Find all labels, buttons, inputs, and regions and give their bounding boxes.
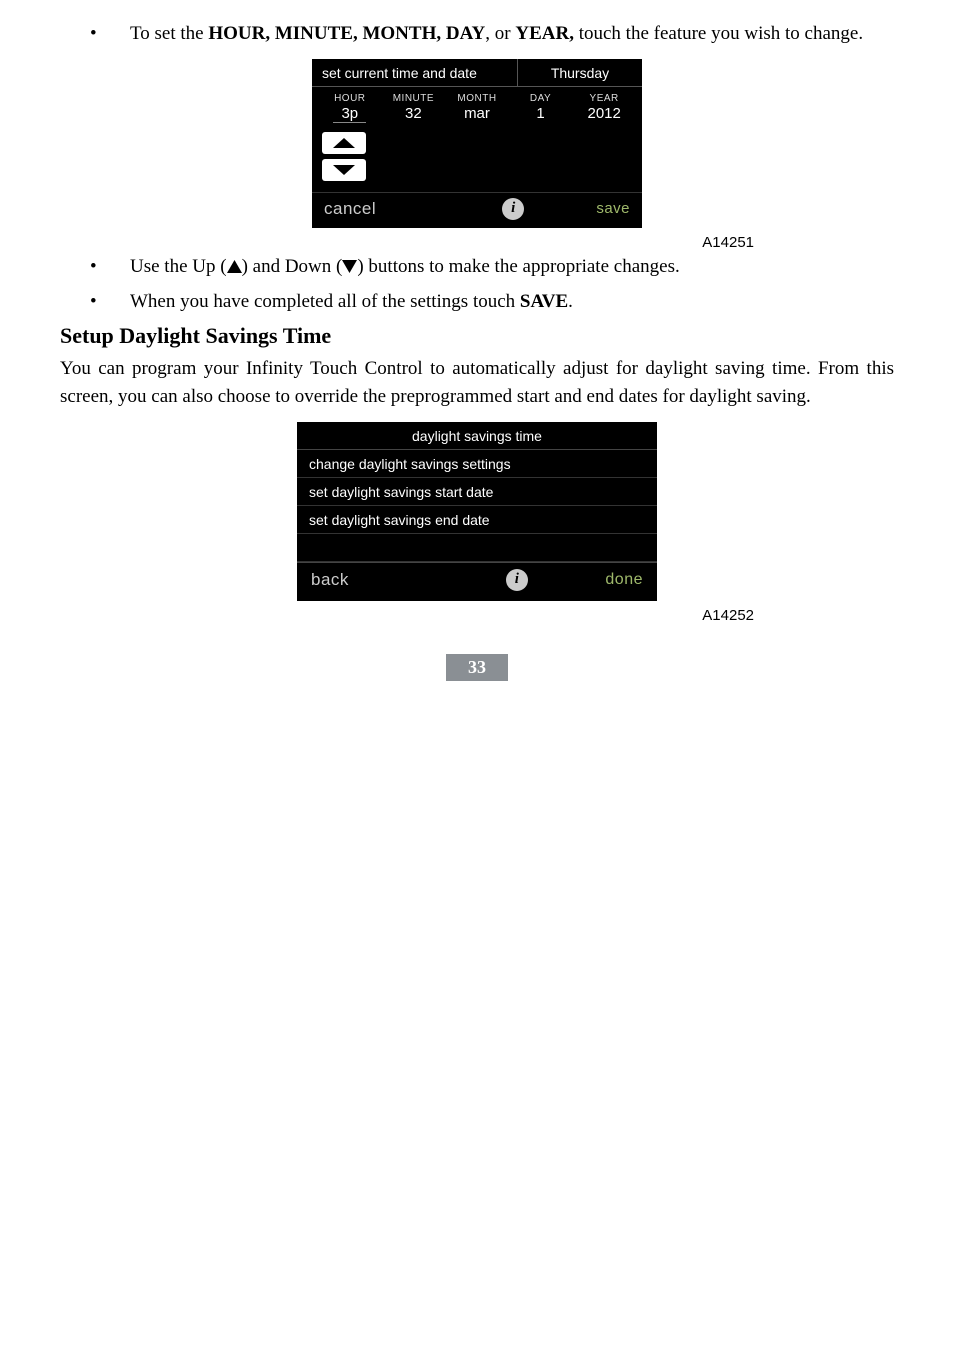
figure-caption-1: A14251 bbox=[60, 234, 894, 251]
bullet-set-time: To set the HOUR, MINUTE, MONTH, DAY, or … bbox=[60, 20, 894, 49]
screen-title: set current time and date bbox=[312, 59, 517, 87]
day-value: 1 bbox=[509, 104, 573, 122]
text: , or bbox=[485, 23, 515, 44]
info-icon: i bbox=[506, 569, 528, 591]
up-arrow-button[interactable] bbox=[322, 132, 366, 154]
text: YEAR, bbox=[515, 23, 574, 44]
minute-label: MINUTE bbox=[382, 93, 446, 104]
text: ) buttons to make the appropriate change… bbox=[357, 256, 679, 277]
text: To set the bbox=[130, 23, 208, 44]
day-column[interactable]: DAY 1 bbox=[509, 93, 573, 123]
screen-title: daylight savings time bbox=[297, 422, 657, 450]
back-button[interactable]: back bbox=[311, 570, 448, 590]
minute-value: 32 bbox=[382, 104, 446, 122]
text: Use the Up ( bbox=[130, 256, 227, 277]
day-label: DAY bbox=[509, 93, 573, 104]
weekday-label: Thursday bbox=[517, 59, 642, 87]
minute-column[interactable]: MINUTE 32 bbox=[382, 93, 446, 123]
done-button[interactable]: done bbox=[605, 571, 643, 589]
up-triangle-icon bbox=[227, 254, 242, 283]
screen-dst: daylight savings time change daylight sa… bbox=[297, 422, 657, 601]
menu-blank bbox=[297, 534, 657, 562]
info-button[interactable]: i bbox=[450, 198, 596, 220]
month-column[interactable]: MONTH mar bbox=[445, 93, 509, 123]
up-arrow-icon bbox=[332, 137, 356, 149]
section-heading: Setup Daylight Savings Time bbox=[60, 323, 894, 349]
figure-set-time: set current time and date Thursday HOUR … bbox=[60, 59, 894, 228]
info-button[interactable]: i bbox=[448, 569, 605, 591]
text: ) and Down ( bbox=[242, 256, 343, 277]
menu-change-settings[interactable]: change daylight savings settings bbox=[297, 450, 657, 478]
year-label: YEAR bbox=[572, 93, 636, 104]
menu-start-date[interactable]: set daylight savings start date bbox=[297, 478, 657, 506]
year-value: 2012 bbox=[572, 104, 636, 122]
month-value: mar bbox=[445, 104, 509, 122]
page-number: 33 bbox=[446, 654, 508, 681]
menu-end-date[interactable]: set daylight savings end date bbox=[297, 506, 657, 534]
cancel-button[interactable]: cancel bbox=[324, 199, 450, 219]
year-column[interactable]: YEAR 2012 bbox=[572, 93, 636, 123]
text: HOUR, MINUTE, MONTH, DAY bbox=[208, 23, 485, 44]
screen-set-time: set current time and date Thursday HOUR … bbox=[312, 59, 642, 228]
save-button[interactable]: save bbox=[596, 200, 630, 217]
hour-column[interactable]: HOUR 3p bbox=[318, 93, 382, 123]
text: When you have completed all of the setti… bbox=[130, 291, 520, 312]
hour-value: 3p bbox=[333, 104, 366, 123]
text: . bbox=[568, 291, 573, 312]
down-arrow-icon bbox=[332, 164, 356, 176]
bullet-use-arrows: Use the Up ( ) and Down ( ) buttons to mak… bbox=[60, 253, 894, 283]
down-triangle-icon bbox=[342, 254, 357, 283]
bullet-touch-save: When you have completed all of the setti… bbox=[60, 288, 894, 317]
text: touch the feature you wish to change. bbox=[574, 23, 863, 44]
down-arrow-button[interactable] bbox=[322, 159, 366, 181]
info-icon: i bbox=[502, 198, 524, 220]
month-label: MONTH bbox=[445, 93, 509, 104]
figure-caption-2: A14252 bbox=[60, 607, 894, 624]
figure-dst: daylight savings time change daylight sa… bbox=[60, 422, 894, 601]
hour-label: HOUR bbox=[318, 93, 382, 104]
section-body: You can program your Infinity Touch Cont… bbox=[60, 355, 894, 412]
text: SAVE bbox=[520, 291, 568, 312]
